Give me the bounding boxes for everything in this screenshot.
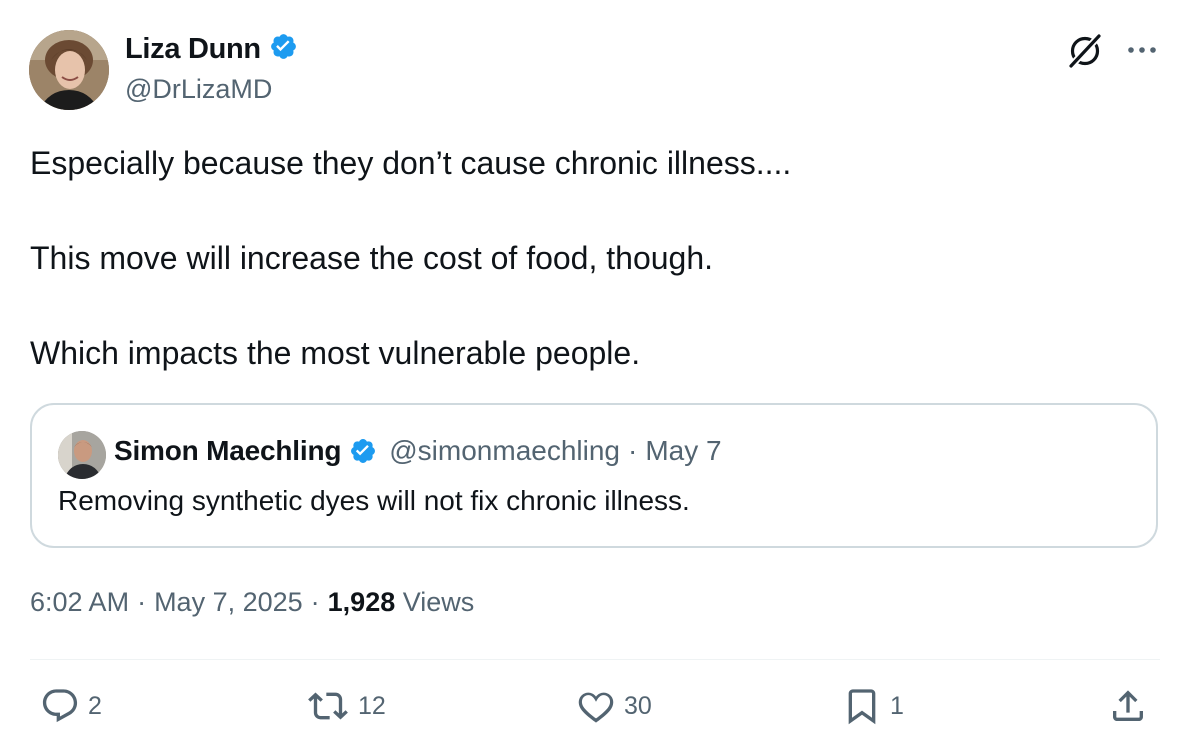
verified-badge-icon xyxy=(349,437,377,465)
like-icon xyxy=(578,692,614,723)
quoted-separator: · xyxy=(628,435,638,466)
views-label: Views xyxy=(402,587,475,617)
meta-separator: · xyxy=(137,587,147,617)
more-icon[interactable] xyxy=(1122,36,1162,64)
tweet-text: Especially because they don’t cause chro… xyxy=(30,140,1160,378)
tweet-metadata: 6:02 AM · May 7, 2025 · 1,928 Views xyxy=(30,587,474,618)
reply-count: 2 xyxy=(88,691,102,720)
author-name-row[interactable]: Liza Dunn xyxy=(125,32,298,66)
author-handle[interactable]: @DrLizaMD xyxy=(125,74,272,105)
quoted-author-handle[interactable]: @simonmaechling xyxy=(389,435,620,467)
share-button[interactable] xyxy=(1108,686,1148,726)
divider xyxy=(30,659,1160,660)
quoted-date[interactable]: May 7 xyxy=(645,435,721,467)
views-count: 1,928 xyxy=(327,587,396,617)
tweet-line-1: Especially because they don’t cause chro… xyxy=(30,145,792,181)
avatar[interactable] xyxy=(29,30,109,110)
verified-badge-icon xyxy=(269,32,298,66)
bookmark-icon xyxy=(848,689,876,725)
quoted-avatar[interactable] xyxy=(58,431,106,479)
quoted-tweet[interactable]: Simon Maechling @simonmaechling · May 7 … xyxy=(30,403,1158,548)
like-count: 30 xyxy=(624,691,652,720)
tweet-line-3: Which impacts the most vulnerable people… xyxy=(30,335,641,371)
quoted-text: Removing synthetic dyes will not fix chr… xyxy=(58,485,690,516)
reply-icon xyxy=(42,689,78,723)
quoted-header: Simon Maechling @simonmaechling · May 7 xyxy=(114,435,722,467)
tweet-line-2: This move will increase the cost of food… xyxy=(30,240,714,276)
author-name[interactable]: Liza Dunn xyxy=(125,33,261,66)
tweet-date[interactable]: May 7, 2025 xyxy=(154,587,303,617)
like-button[interactable]: 30 xyxy=(576,686,652,726)
repost-button[interactable]: 12 xyxy=(306,686,386,726)
reply-button[interactable]: 2 xyxy=(40,686,102,726)
repost-count: 12 xyxy=(358,691,386,720)
bookmark-count: 1 xyxy=(890,691,904,720)
meta-separator: · xyxy=(310,587,320,617)
repost-icon xyxy=(308,692,348,720)
share-icon xyxy=(1113,690,1143,721)
bookmark-button[interactable]: 1 xyxy=(842,686,904,726)
grok-icon[interactable] xyxy=(1066,30,1106,70)
tweet-time[interactable]: 6:02 AM xyxy=(30,587,129,617)
quoted-author-name[interactable]: Simon Maechling xyxy=(114,435,341,467)
